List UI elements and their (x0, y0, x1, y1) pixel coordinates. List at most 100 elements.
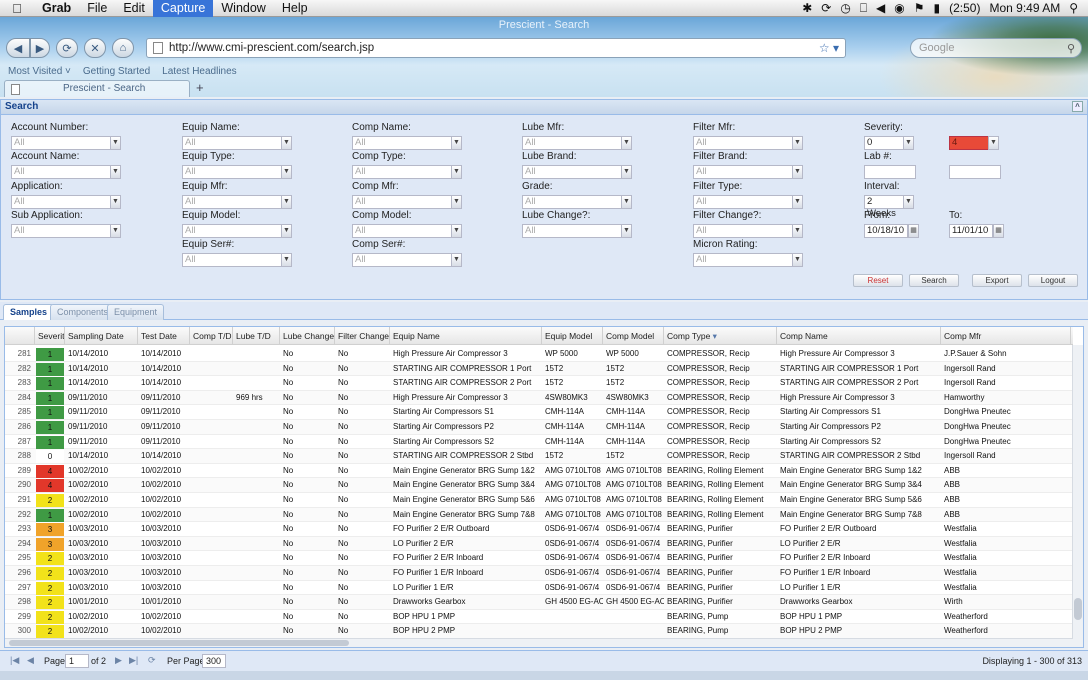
lube-change-combo[interactable]: All ▼ (522, 224, 632, 238)
timemachine-icon[interactable]: ◷ (840, 0, 850, 17)
logout-button[interactable]: Logout (1028, 274, 1078, 287)
volume-icon[interactable]: ◀ (876, 0, 885, 17)
equip-type-combo[interactable]: All ▼ (182, 165, 292, 179)
chevron-down-icon[interactable]: ▼ (110, 224, 121, 238)
header-comp-name[interactable]: Comp Name (777, 327, 941, 345)
table-row[interactable]: 291 2 10/02/2010 10/02/2010 No No Main Engine … (5, 493, 1073, 508)
header-filter-change[interactable]: Filter Change (335, 327, 390, 345)
vertical-scroll-thumb[interactable] (1074, 598, 1082, 620)
menu-help[interactable]: Help (274, 0, 316, 17)
filter-type-combo[interactable]: All ▼ (693, 195, 803, 209)
micron-rating-combo[interactable]: All ▼ (693, 253, 803, 267)
tab-components[interactable]: Components (50, 304, 116, 320)
chevron-down-icon[interactable]: ▼ (451, 253, 462, 267)
menu-file[interactable]: File (79, 0, 115, 17)
table-row[interactable]: 290 4 10/02/2010 10/02/2010 No No Main Engine … (5, 478, 1073, 493)
collapse-icon[interactable]: ^ (1072, 101, 1083, 112)
bookmark-most-visited[interactable]: Most Visited ˅ (8, 66, 71, 77)
table-row[interactable]: 293 3 10/03/2010 10/03/2010 No No FO Purifier … (5, 522, 1073, 537)
prev-page-icon[interactable]: ◀ (27, 655, 34, 666)
chevron-down-icon[interactable]: ▼ (792, 195, 803, 209)
new-tab-button[interactable]: + (196, 80, 204, 95)
account-number-combo[interactable]: All ▼ (11, 136, 121, 150)
table-row[interactable]: 285 1 09/11/2010 09/11/2010 No No Starting Air… (5, 405, 1073, 420)
comp-ser-combo[interactable]: All ▼ (352, 253, 462, 267)
search-button[interactable]: Search (909, 274, 959, 287)
filter-brand-combo[interactable]: All ▼ (693, 165, 803, 179)
header-comp-model[interactable]: Comp Model (603, 327, 664, 345)
clock[interactable]: Mon 9:49 AM (989, 0, 1060, 17)
chevron-down-icon[interactable]: ▼ (621, 224, 632, 238)
chevron-down-icon[interactable]: ▼ (792, 224, 803, 238)
battery-icon[interactable]: ▮ (934, 0, 941, 17)
chevron-down-icon[interactable]: ▼ (281, 224, 292, 238)
sub-application-combo[interactable]: All ▼ (11, 224, 121, 238)
chevron-down-icon[interactable]: ▼ (281, 195, 292, 209)
bookmark-star-icon[interactable]: ☆ ▾ (819, 41, 845, 55)
table-row[interactable]: 287 1 09/11/2010 09/11/2010 No No Starting Air… (5, 435, 1073, 450)
header-comp-mfr[interactable]: Comp Mfr (941, 327, 1071, 345)
header-equip-model[interactable]: Equip Model (542, 327, 603, 345)
per-page-input[interactable]: 300 (202, 654, 226, 668)
search-engine-box[interactable]: Google ⚲ (910, 38, 1082, 58)
display-icon[interactable]: ⎕ (860, 0, 867, 17)
reset-button[interactable]: Reset (853, 274, 903, 287)
equip-ser-combo[interactable]: All ▼ (182, 253, 292, 267)
battery-time[interactable]: (2:50) (949, 0, 980, 17)
equip-mfr-combo[interactable]: All ▼ (182, 195, 292, 209)
table-row[interactable]: 296 2 10/03/2010 10/03/2010 No No FO Purifier … (5, 566, 1073, 581)
chevron-down-icon[interactable]: ▼ (281, 136, 292, 150)
calendar-icon[interactable]: ▦ (993, 224, 1004, 238)
from-date-input[interactable]: 10/18/10 ▦ (864, 224, 919, 238)
table-row[interactable]: 294 3 10/03/2010 10/03/2010 No No LO Purifier … (5, 536, 1073, 552)
wifi-icon[interactable]: ◉ (894, 0, 904, 17)
header-sampling-date[interactable]: Sampling Date (65, 327, 138, 345)
chevron-down-icon[interactable]: ▼ (621, 136, 632, 150)
application-combo[interactable]: All ▼ (11, 195, 121, 209)
refresh-icon[interactable]: ⟳ (148, 655, 156, 666)
export-button[interactable]: Export (972, 274, 1022, 287)
chevron-down-icon[interactable]: ▼ (281, 253, 292, 267)
menu-capture[interactable]: Capture (152, 0, 214, 17)
table-row[interactable]: 298 2 10/01/2010 10/01/2010 No No Drawworks Ge… (5, 595, 1073, 610)
header-equip-name[interactable]: Equip Name (390, 327, 542, 345)
spotlight-icon[interactable]: ⚲ (1069, 0, 1078, 17)
chevron-down-icon[interactable]: ▼ (621, 165, 632, 179)
table-row[interactable]: 289 4 10/02/2010 10/02/2010 No No Main Engine … (5, 464, 1073, 479)
account-name-combo[interactable]: All ▼ (11, 165, 121, 179)
calendar-icon[interactable]: ▦ (908, 224, 919, 238)
chevron-down-icon[interactable]: ▼ (988, 136, 999, 150)
table-row[interactable]: 299 2 10/02/2010 10/02/2010 No No BOP HPU 1 PM… (5, 610, 1073, 625)
table-row[interactable]: 281 1 10/14/2010 10/14/2010 No No High Pressur… (5, 347, 1073, 362)
header-lube-td[interactable]: Lube T/D (233, 327, 280, 345)
url-bar[interactable]: http://www.cmi-prescient.com/search.jsp … (146, 38, 846, 58)
header-test-date[interactable]: Test Date (138, 327, 190, 345)
lube-brand-combo[interactable]: All ▼ (522, 165, 632, 179)
horizontal-scrollbar[interactable] (5, 638, 1073, 647)
next-page-icon[interactable]: ▶ (115, 655, 122, 666)
sort-desc-icon[interactable]: ▾ (710, 331, 717, 341)
interval-combo[interactable]: 2 Weeks ▼ (864, 195, 914, 219)
home-button[interactable]: ⌂ (112, 38, 134, 58)
header-lube-change[interactable]: Lube Change (280, 327, 335, 345)
equip-name-combo[interactable]: All ▼ (182, 136, 292, 150)
severity-to-combo[interactable]: 4 ▼ (949, 136, 999, 150)
chevron-down-icon[interactable]: ▼ (792, 165, 803, 179)
lab-from-input[interactable] (864, 165, 916, 179)
chevron-down-icon[interactable]: ▼ (451, 195, 462, 209)
table-row[interactable]: 282 1 10/14/2010 10/14/2010 No No STARTING AIR… (5, 361, 1073, 377)
table-row[interactable]: 297 2 10/03/2010 10/03/2010 No No LO Purifier … (5, 581, 1073, 596)
lab-to-input[interactable] (949, 165, 1001, 179)
apple-menu-icon[interactable]:  (0, 1, 34, 16)
stop-button[interactable]: ✕ (84, 38, 106, 58)
grade-combo[interactable]: All ▼ (522, 195, 632, 209)
equip-model-combo[interactable]: All ▼ (182, 224, 292, 238)
menu-edit[interactable]: Edit (115, 0, 153, 17)
menu-window[interactable]: Window (213, 0, 273, 17)
bluetooth-icon[interactable]: ✱ (802, 0, 812, 17)
chevron-down-icon[interactable]: ▼ (792, 253, 803, 267)
chevron-down-icon[interactable]: ▼ (621, 195, 632, 209)
chevron-down-icon[interactable]: ▼ (451, 224, 462, 238)
lube-mfr-combo[interactable]: All ▼ (522, 136, 632, 150)
table-row[interactable]: 284 1 09/11/2010 09/11/2010 969 hrs No No High … (5, 390, 1073, 406)
